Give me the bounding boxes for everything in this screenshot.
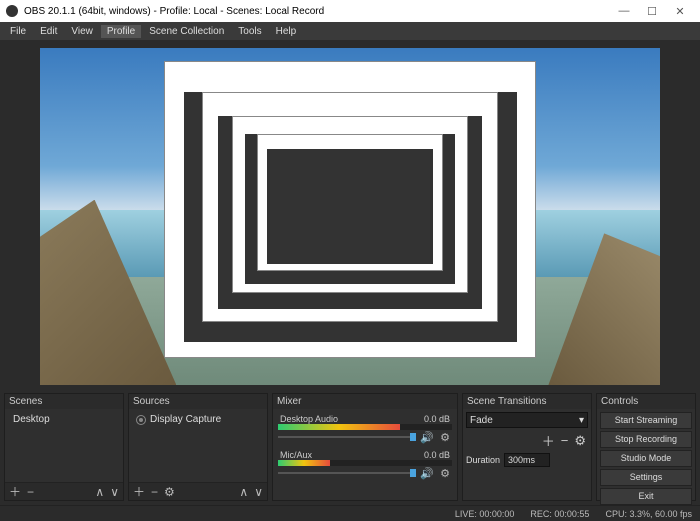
mixer-settings-button[interactable]: ⚙ [438,430,452,444]
menu-help[interactable]: Help [270,25,303,38]
mixer-meter [278,424,452,430]
sources-panel: Sources Display Capture ＋ − ⚙ ∧ ∨ [128,393,268,501]
mixer-header: Mixer [273,394,457,409]
sources-header: Sources [129,394,267,409]
window-close-button[interactable]: ✕ [666,5,694,18]
visibility-icon[interactable] [136,415,146,425]
transition-remove-button[interactable]: − [561,433,569,448]
mixer-mute-button[interactable]: 🔊 [420,430,434,444]
mixer-channel-mic: Mic/Aux 0.0 dB 🔊 ⚙ [278,450,452,480]
status-bar: LIVE: 00:00:00 REC: 00:00:55 CPU: 3.3%, … [0,505,700,521]
mixer-settings-button[interactable]: ⚙ [438,466,452,480]
mixer-channel-name: Desktop Audio [280,414,338,424]
menu-view[interactable]: View [65,25,99,38]
source-move-up-button[interactable]: ∧ [239,485,248,499]
status-cpu: CPU: 3.3%, 60.00 fps [605,509,692,519]
sources-list[interactable]: Display Capture [129,409,267,482]
scene-move-up-button[interactable]: ∧ [95,485,104,499]
menu-bar: File Edit View Profile Scene Collection … [0,22,700,40]
mixer-volume-slider[interactable] [278,433,416,441]
mixer-volume-slider[interactable] [278,469,416,477]
window-maximize-button[interactable]: ☐ [638,5,666,18]
scene-item[interactable]: Desktop [8,412,120,427]
stop-recording-button[interactable]: Stop Recording [600,431,692,448]
app-logo-icon [6,5,18,17]
source-remove-button[interactable]: − [151,485,158,499]
studio-mode-button[interactable]: Studio Mode [600,450,692,467]
mixer-channel-level: 0.0 dB [424,450,450,460]
window-titlebar: OBS 20.1.1 (64bit, windows) - Profile: L… [0,0,700,22]
menu-profile[interactable]: Profile [101,25,141,38]
transition-select[interactable]: Fade ▾ [466,412,588,428]
controls-body: Start Streaming Stop Recording Studio Mo… [597,409,695,510]
controls-panel: Controls Start Streaming Stop Recording … [596,393,696,501]
source-settings-button[interactable]: ⚙ [164,485,175,499]
start-streaming-button[interactable]: Start Streaming [600,412,692,429]
scenes-toolbar: ＋ − ∧ ∨ [5,482,123,500]
duration-label: Duration [466,455,500,465]
chevron-down-icon: ▾ [579,415,584,426]
source-item-label: Display Capture [150,414,221,425]
settings-button[interactable]: Settings [600,469,692,486]
menu-scene-collection[interactable]: Scene Collection [143,25,230,38]
source-add-button[interactable]: ＋ [133,483,145,500]
scenes-panel: Scenes Desktop ＋ − ∧ ∨ [4,393,124,501]
transition-add-button[interactable]: ＋ [542,431,555,450]
menu-edit[interactable]: Edit [34,25,63,38]
preview-canvas[interactable] [40,48,660,385]
status-live: LIVE: 00:00:00 [455,509,515,519]
preview-area [0,40,700,393]
window-minimize-button[interactable]: — [610,5,638,17]
transitions-body: Fade ▾ ＋ − ⚙ Duration [463,409,591,500]
scenes-list[interactable]: Desktop [5,409,123,482]
mixer-panel: Mixer Desktop Audio 0.0 dB 🔊 ⚙ Mic/Aux 0… [272,393,458,501]
mixer-mute-button[interactable]: 🔊 [420,466,434,480]
menu-file[interactable]: File [4,25,32,38]
mixer-channel-name: Mic/Aux [280,450,312,460]
exit-button[interactable]: Exit [600,488,692,505]
mixer-body: Desktop Audio 0.0 dB 🔊 ⚙ Mic/Aux 0.0 dB [273,409,457,500]
status-rec: REC: 00:00:55 [530,509,589,519]
menu-tools[interactable]: Tools [232,25,267,38]
scenes-header: Scenes [5,394,123,409]
scene-remove-button[interactable]: − [27,485,34,499]
dock-panels: Scenes Desktop ＋ − ∧ ∨ Sources Display C… [0,393,700,505]
transition-selected: Fade [470,415,493,426]
mixer-meter [278,460,452,466]
scene-add-button[interactable]: ＋ [9,483,21,500]
transition-settings-button[interactable]: ⚙ [574,433,586,449]
duration-input[interactable] [504,453,550,467]
scene-move-down-button[interactable]: ∨ [110,485,119,499]
sources-toolbar: ＋ − ⚙ ∧ ∨ [129,482,267,500]
mixer-channel-level: 0.0 dB [424,414,450,424]
mixer-channel-desktop: Desktop Audio 0.0 dB 🔊 ⚙ [278,414,452,444]
transitions-panel: Scene Transitions Fade ▾ ＋ − ⚙ Duration [462,393,592,501]
controls-header: Controls [597,394,695,409]
window-title: OBS 20.1.1 (64bit, windows) - Profile: L… [24,6,610,17]
transitions-header: Scene Transitions [463,394,591,409]
source-item[interactable]: Display Capture [132,412,264,427]
source-move-down-button[interactable]: ∨ [254,485,263,499]
